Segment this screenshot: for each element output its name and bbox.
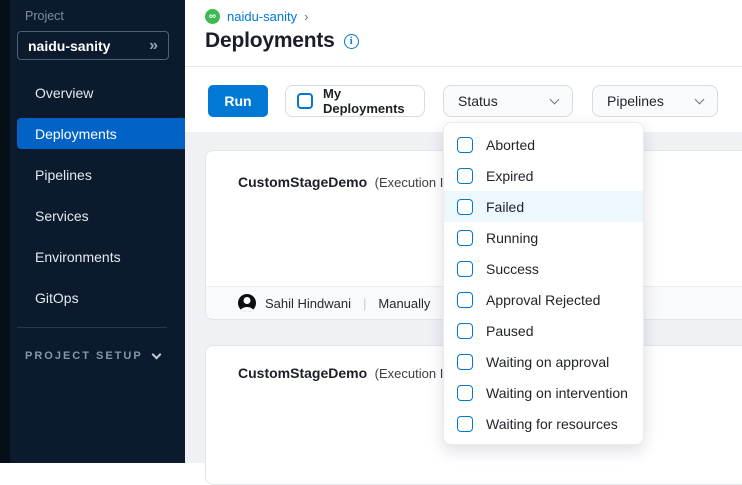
execution-title-row: CustomStageDemo (Execution Id	[238, 174, 451, 190]
sidebar-item-environments[interactable]: Environments	[17, 241, 185, 272]
trigger-author: Sahil Hindwani	[265, 296, 351, 311]
sidebar-item-services[interactable]: Services	[17, 200, 185, 231]
option-label: Waiting on intervention	[486, 385, 628, 401]
expand-project-icon[interactable]: »	[149, 37, 158, 55]
status-option-failed[interactable]: Failed	[444, 191, 643, 222]
sidebar-item-label: Services	[35, 208, 89, 224]
sidebar-item-overview[interactable]: Overview	[17, 77, 185, 108]
option-checkbox[interactable]	[457, 385, 473, 401]
option-checkbox[interactable]	[457, 416, 473, 432]
status-filter-dropdown[interactable]: Status	[443, 85, 573, 117]
option-label: Running	[486, 230, 538, 246]
status-option-expired[interactable]: Expired	[444, 160, 643, 191]
sidebar-item-label: GitOps	[35, 290, 79, 306]
pipelines-filter-label: Pipelines	[607, 93, 664, 109]
project-name: naidu-sanity	[28, 38, 149, 54]
sidebar: Project naidu-sanity » Overview Deployme…	[0, 0, 185, 463]
run-button[interactable]: Run	[208, 85, 268, 117]
chevron-down-icon	[550, 95, 560, 105]
page-title-row: Deployments i	[205, 29, 359, 53]
option-label: Waiting on approval	[486, 354, 609, 370]
execution-title-row: CustomStageDemo (Execution Id	[238, 365, 451, 381]
breadcrumb-project-link[interactable]: naidu-sanity	[227, 9, 297, 24]
project-setup-toggle[interactable]: PROJECT SETUP	[25, 350, 160, 362]
sidebar-nav: Overview Deployments Pipelines Services …	[0, 77, 185, 323]
trigger-type: Manually	[378, 296, 430, 311]
project-label: Project	[25, 9, 64, 23]
option-checkbox[interactable]	[457, 199, 473, 215]
sidebar-divider	[17, 327, 167, 328]
pipeline-name: CustomStageDemo	[238, 174, 367, 190]
pipeline-name: CustomStageDemo	[238, 365, 367, 381]
option-checkbox[interactable]	[457, 261, 473, 277]
my-deployments-checkbox[interactable]	[297, 93, 313, 109]
pipelines-filter-dropdown[interactable]: Pipelines	[592, 85, 718, 117]
status-option-waiting-on-intervention[interactable]: Waiting on intervention	[444, 377, 643, 408]
sidebar-item-label: Pipelines	[35, 167, 92, 183]
status-option-paused[interactable]: Paused	[444, 315, 643, 346]
option-label: Success	[486, 261, 539, 277]
footer-separator: |	[360, 296, 369, 311]
status-option-success[interactable]: Success	[444, 253, 643, 284]
sidebar-item-pipelines[interactable]: Pipelines	[17, 159, 185, 190]
chevron-down-icon	[152, 349, 162, 359]
sidebar-item-deployments[interactable]: Deployments	[17, 118, 185, 149]
sidebar-item-label: Environments	[35, 249, 121, 265]
option-checkbox[interactable]	[457, 168, 473, 184]
option-label: Approval Rejected	[486, 292, 600, 308]
project-icon: ∞	[205, 9, 220, 24]
option-checkbox[interactable]	[457, 354, 473, 370]
breadcrumb: ∞ naidu-sanity ›	[205, 9, 308, 24]
execution-id-label: (Execution Id	[371, 175, 451, 190]
my-deployments-toggle[interactable]: My Deployments	[285, 85, 425, 117]
project-selector[interactable]: naidu-sanity »	[17, 31, 169, 60]
status-option-waiting-for-resources[interactable]: Waiting for resources	[444, 408, 643, 439]
option-label: Paused	[486, 323, 533, 339]
my-deployments-label: My Deployments	[323, 86, 413, 116]
option-checkbox[interactable]	[457, 137, 473, 153]
sidebar-item-label: Overview	[35, 85, 93, 101]
option-label: Expired	[486, 168, 533, 184]
sidebar-item-gitops[interactable]: GitOps	[17, 282, 185, 313]
info-icon[interactable]: i	[344, 34, 359, 49]
option-checkbox[interactable]	[457, 292, 473, 308]
main-area: ∞ naidu-sanity › Deployments i Run My De…	[185, 0, 742, 463]
chevron-down-icon	[695, 95, 705, 105]
chevron-right-icon: ›	[304, 9, 308, 24]
execution-id-label: (Execution Id	[371, 366, 451, 381]
sidebar-item-label: Deployments	[35, 126, 117, 142]
header-divider	[185, 66, 742, 67]
user-avatar-icon	[238, 294, 256, 312]
option-checkbox[interactable]	[457, 323, 473, 339]
option-label: Waiting for resources	[486, 416, 618, 432]
status-option-approval-rejected[interactable]: Approval Rejected	[444, 284, 643, 315]
status-option-running[interactable]: Running	[444, 222, 643, 253]
option-label: Aborted	[486, 137, 535, 153]
project-setup-label: PROJECT SETUP	[25, 350, 143, 362]
option-checkbox[interactable]	[457, 230, 473, 246]
status-filter-label: Status	[458, 93, 498, 109]
status-option-waiting-on-approval[interactable]: Waiting on approval	[444, 346, 643, 377]
option-label: Failed	[486, 199, 524, 215]
status-filter-menu: Aborted Expired Failed Running Success A…	[443, 122, 644, 445]
page-title: Deployments	[205, 29, 335, 53]
status-option-aborted[interactable]: Aborted	[444, 129, 643, 160]
